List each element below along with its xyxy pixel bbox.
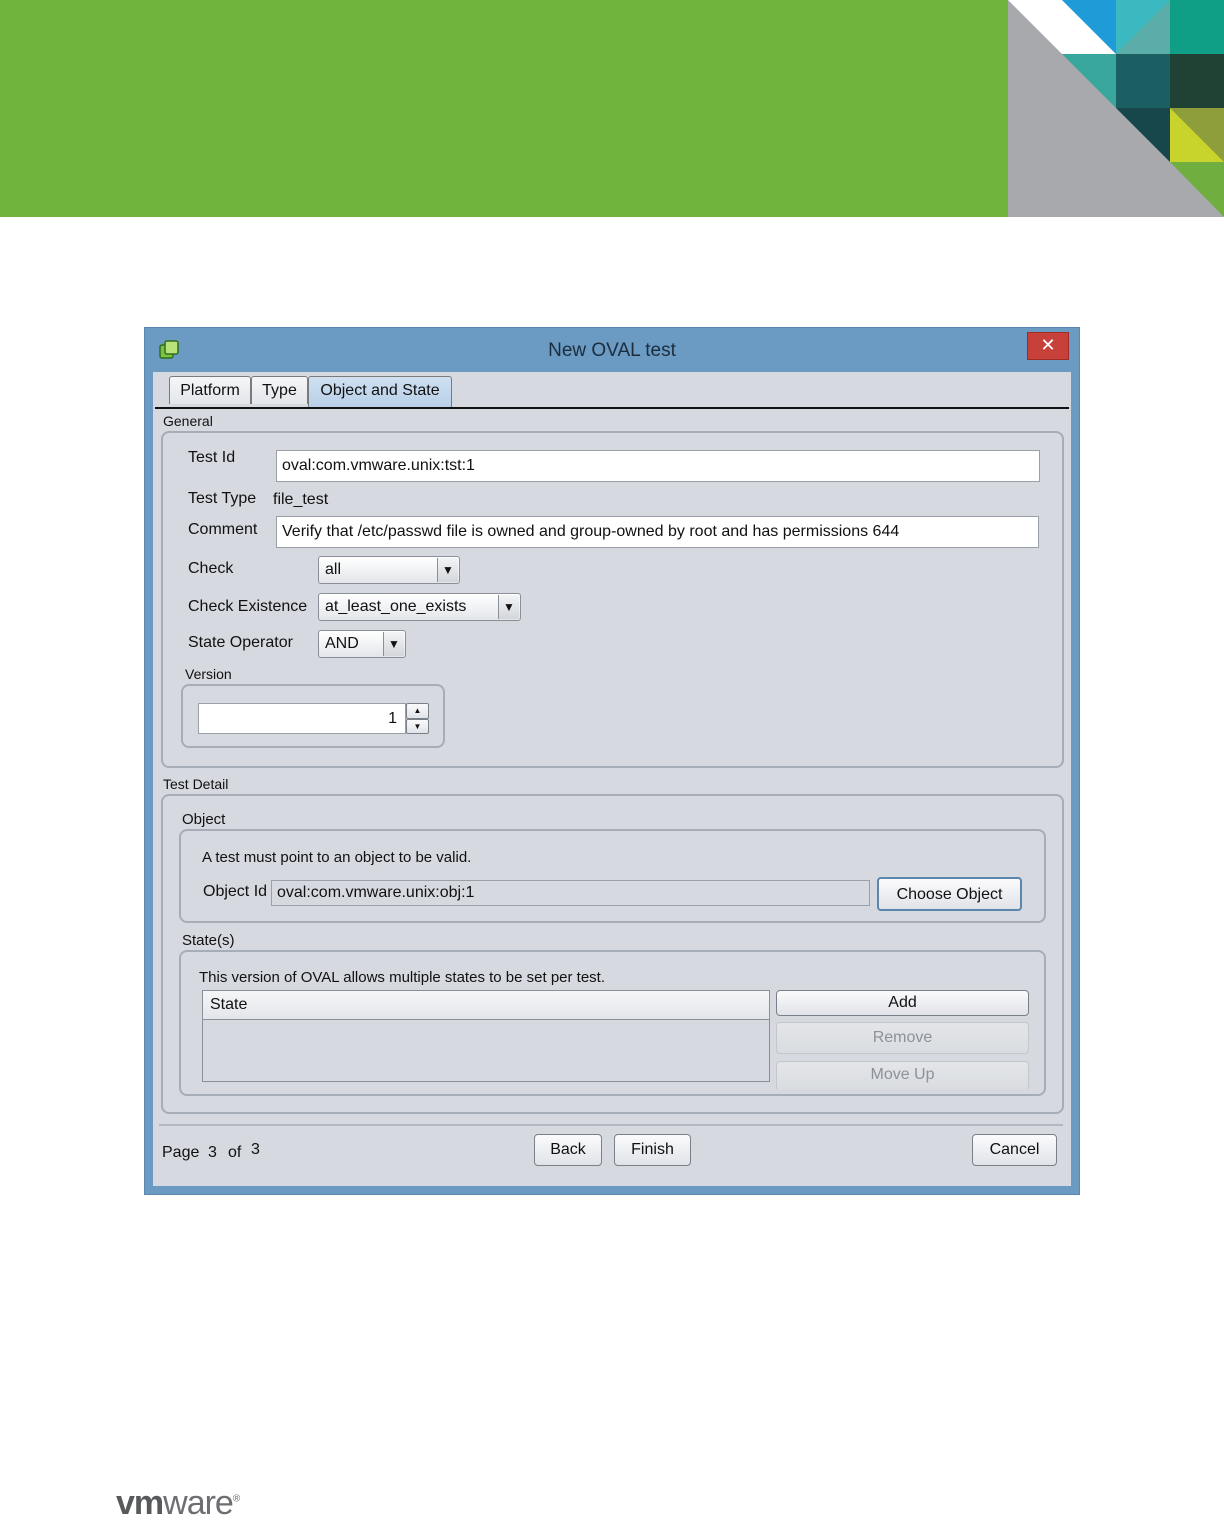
- footer-separator: [159, 1124, 1063, 1126]
- dropdown-arrow-icon: ▼: [383, 632, 404, 656]
- spinner-down-icon[interactable]: ▼: [406, 719, 429, 734]
- test-type-label: Test Type: [188, 490, 257, 507]
- check-existence-dropdown[interactable]: at_least_one_exists ▼: [318, 593, 521, 621]
- close-icon: ✕: [1040, 335, 1056, 355]
- header-pattern-graphic: [1008, 0, 1224, 217]
- check-existence-selected-value: at_least_one_exists: [325, 598, 467, 615]
- vmware-logo: vmware®: [116, 1484, 240, 1523]
- tab-platform[interactable]: Platform: [169, 376, 251, 404]
- tab-object-and-state[interactable]: Object and State: [308, 376, 452, 407]
- test-detail-legend: Test Detail: [163, 776, 229, 792]
- state-operator-dropdown[interactable]: AND ▼: [318, 630, 406, 658]
- comment-label: Comment: [188, 521, 258, 538]
- test-id-input[interactable]: oval:com.vmware.unix:tst:1: [276, 450, 1040, 482]
- vmware-logo-bold: vm: [116, 1484, 164, 1522]
- states-legend: State(s): [182, 932, 235, 949]
- vmware-logo-mark: ®: [232, 1493, 240, 1505]
- general-legend: General: [163, 413, 213, 429]
- tab-type[interactable]: Type: [251, 376, 308, 404]
- add-state-button[interactable]: Add: [776, 990, 1029, 1016]
- back-button[interactable]: Back: [534, 1134, 602, 1166]
- of-label: of: [228, 1144, 242, 1161]
- test-type-value: file_test: [273, 491, 329, 508]
- close-button[interactable]: ✕: [1027, 332, 1069, 360]
- check-selected-value: all: [325, 561, 342, 578]
- page-label: Page: [162, 1144, 200, 1161]
- state-operator-label: State Operator: [188, 634, 293, 651]
- states-info-text: This version of OVAL allows multiple sta…: [199, 969, 606, 986]
- state-column-header-label: State: [210, 996, 248, 1013]
- spinner-up-icon[interactable]: ▲: [406, 703, 429, 719]
- window-title: New OVAL test: [548, 340, 676, 361]
- remove-state-button[interactable]: Remove: [776, 1022, 1029, 1054]
- check-label: Check: [188, 560, 234, 577]
- object-id-label: Object Id: [203, 883, 268, 900]
- check-existence-label: Check Existence: [188, 598, 308, 615]
- move-up-state-button[interactable]: Move Up: [776, 1061, 1029, 1089]
- object-info-text: A test must point to an object to be val…: [202, 849, 472, 866]
- new-oval-test-dialog: New OVAL test ✕ Platform Type Object and…: [144, 327, 1080, 1195]
- object-legend: Object: [182, 811, 226, 828]
- vmware-logo-rest: ware: [163, 1484, 234, 1522]
- check-dropdown[interactable]: all ▼: [318, 556, 460, 584]
- state-column-header[interactable]: State: [203, 991, 769, 1020]
- dialog-client-area: Platform Type Object and State General T…: [153, 372, 1071, 1186]
- dropdown-arrow-icon: ▼: [498, 595, 519, 619]
- dropdown-arrow-icon: ▼: [437, 558, 458, 582]
- finish-button[interactable]: Finish: [614, 1134, 691, 1166]
- test-id-label: Test Id: [188, 449, 236, 466]
- version-spinner-input[interactable]: 1: [198, 703, 406, 734]
- page-current: 3: [208, 1144, 217, 1161]
- states-table[interactable]: State: [202, 990, 770, 1082]
- page-total: 3: [251, 1141, 260, 1158]
- tab-underline: [155, 407, 1069, 409]
- cancel-button[interactable]: Cancel: [972, 1134, 1057, 1166]
- version-legend: Version: [185, 666, 232, 682]
- comment-input[interactable]: Verify that /etc/passwd file is owned an…: [276, 516, 1039, 548]
- choose-object-button[interactable]: Choose Object: [877, 877, 1022, 911]
- state-operator-selected-value: AND: [325, 635, 359, 652]
- object-id-field: oval:com.vmware.unix:obj:1: [271, 880, 870, 906]
